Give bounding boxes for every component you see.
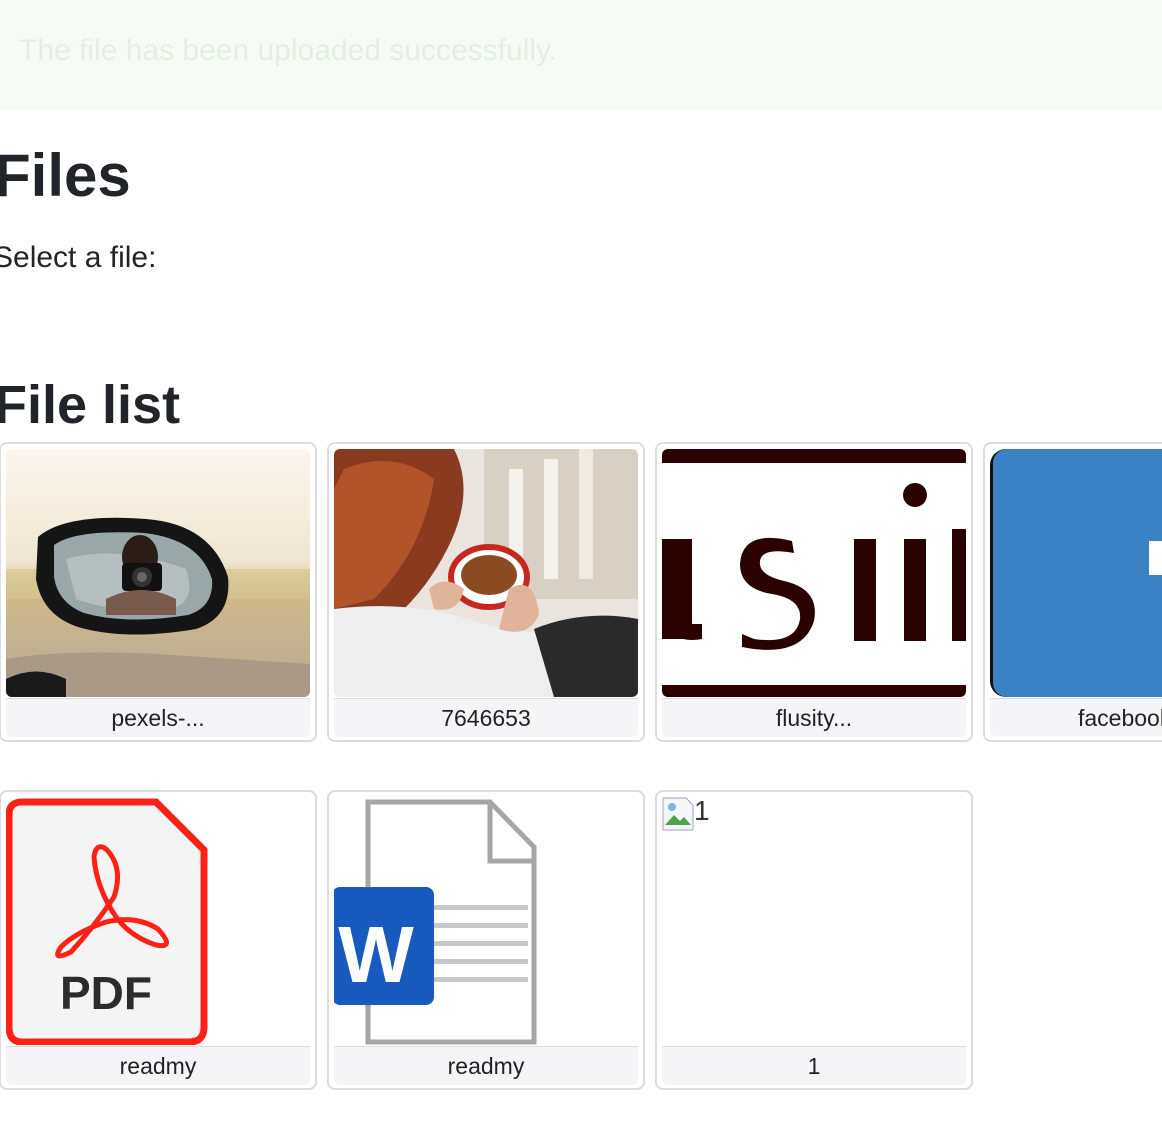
file-card[interactable]: W readmy: [327, 790, 645, 1090]
select-file-label: Select a file:: [0, 241, 157, 274]
file-name: readmy: [6, 1046, 310, 1085]
broken-image-icon[interactable]: 1: [662, 797, 710, 831]
file-name: 7646653: [334, 698, 638, 737]
file-card[interactable]: PDF readmy: [0, 790, 317, 1090]
file-name: 1: [662, 1046, 966, 1085]
file-card[interactable]: 1 1: [655, 790, 973, 1090]
file-name: facebook: [990, 698, 1162, 736]
word-label: W: [338, 910, 414, 999]
pdf-file-icon[interactable]: PDF: [6, 797, 310, 1045]
image-alt-text: 1: [694, 795, 710, 826]
file-card[interactable]: flusity...: [655, 442, 973, 742]
word-file-icon[interactable]: W: [334, 797, 638, 1045]
success-alert: The file has been uploaded successfully.: [0, 0, 1162, 110]
file-name: readmy: [334, 1046, 638, 1085]
file-thumbnail[interactable]: [662, 449, 966, 697]
file-card[interactable]: pexels-...: [0, 442, 317, 742]
pdf-label: PDF: [60, 967, 152, 1019]
file-card[interactable]: 7646653: [327, 442, 645, 742]
file-thumbnail[interactable]: [334, 449, 638, 697]
file-card[interactable]: facebook: [983, 442, 1162, 742]
file-name: flusity...: [662, 698, 966, 737]
page-title: Files: [0, 142, 131, 209]
file-name: pexels-...: [6, 698, 310, 737]
file-thumbnail[interactable]: [6, 449, 310, 697]
alert-message: The file has been uploaded successfully.: [19, 34, 558, 67]
file-list-heading: File list: [0, 375, 181, 435]
file-thumbnail[interactable]: [990, 449, 1162, 697]
